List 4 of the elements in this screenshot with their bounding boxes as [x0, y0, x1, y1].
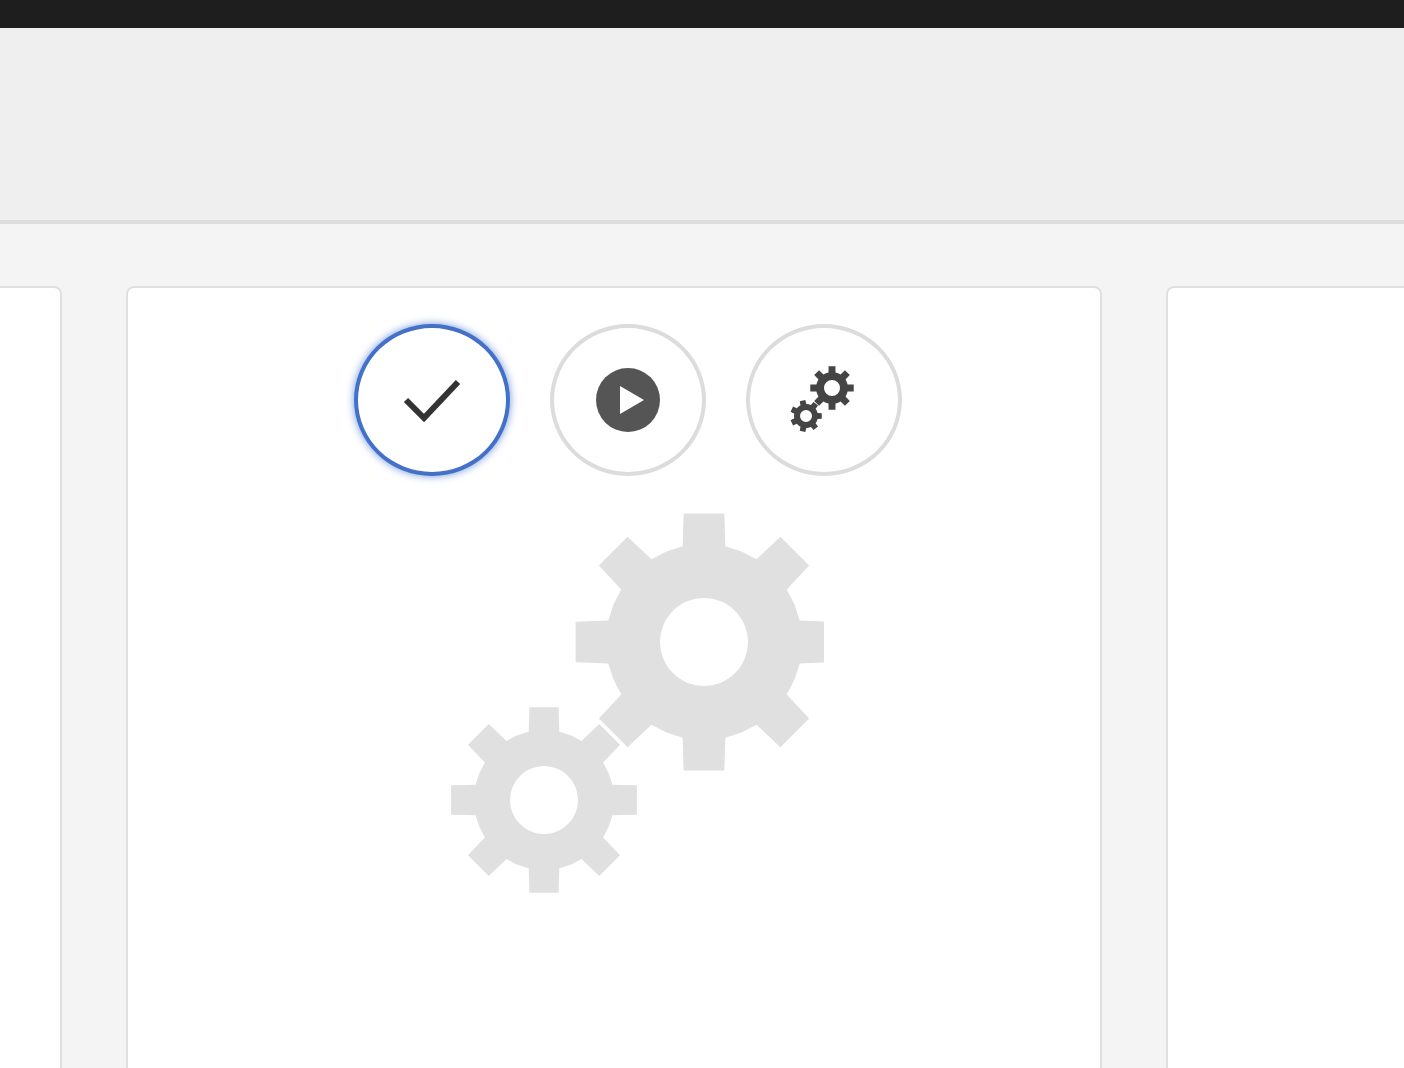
checkmark-icon	[402, 376, 462, 424]
settings-icon	[788, 364, 860, 436]
check-button[interactable]	[354, 324, 510, 476]
play-icon	[596, 368, 660, 432]
